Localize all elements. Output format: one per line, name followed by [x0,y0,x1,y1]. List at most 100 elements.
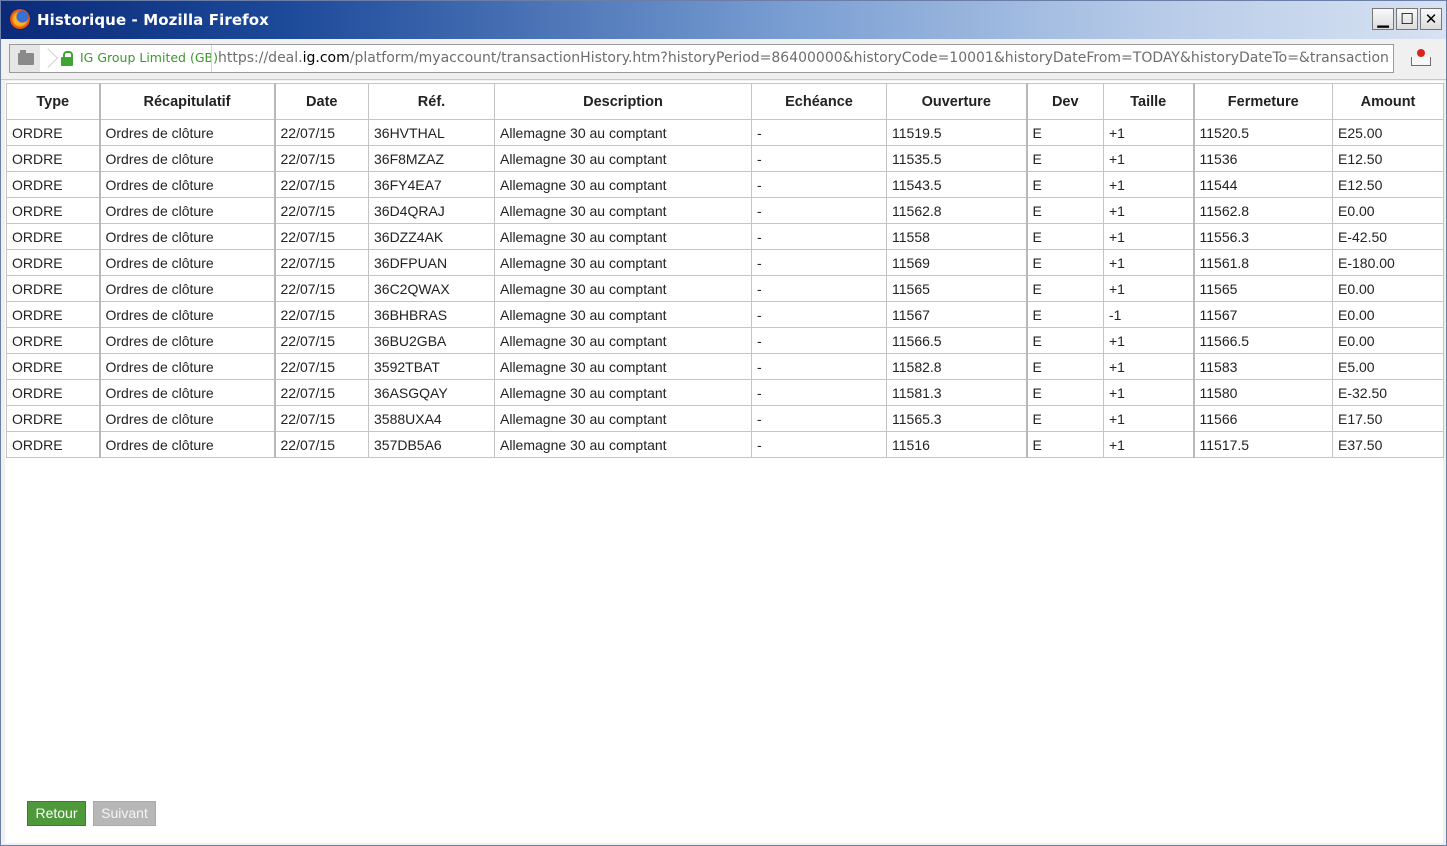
table-cell: 11517.5 [1192,431,1333,458]
table-cell: 11544 [1192,171,1333,198]
browser-window: Historique - Mozilla Firefox ▁ ☐ ✕ IG Gr… [0,0,1447,846]
table-cell: 22/07/15 [273,301,369,328]
table-cell: E [1025,223,1104,250]
window-title: Historique - Mozilla Firefox [37,11,269,29]
url-divider [211,45,212,72]
table-cell: E [1025,275,1104,302]
table-cell: E [1025,379,1104,406]
table-cell: 11582.8 [886,353,1027,380]
url-path: /platform/myaccount/transactionHistory.h… [349,50,1388,66]
url-bar[interactable]: IG Group Limited (GB) https://deal.ig.co… [9,44,1394,73]
table-cell: Allemagne 30 au comptant [494,379,752,406]
notification-icon[interactable] [1411,49,1431,67]
table-cell: 22/07/15 [273,275,369,302]
table-cell: - [751,171,887,198]
lock-icon[interactable] [61,51,73,66]
column-header: Type [6,83,100,120]
title-bar[interactable]: Historique - Mozilla Firefox ▁ ☐ ✕ [1,1,1446,39]
table-row: ORDRE Ordres de clôture 22/07/15 36ASGQAY Al… [6,379,1444,406]
next-button[interactable]: Suivant [93,801,156,826]
table-cell: ORDRE [6,327,100,354]
back-button[interactable]: Retour [27,801,86,826]
table-cell: Allemagne 30 au comptant [494,275,752,302]
table-cell: ORDRE [6,275,100,302]
table-cell: Allemagne 30 au comptant [494,405,752,432]
table-cell: Ordres de clôture [98,145,275,172]
table-cell: Allemagne 30 au comptant [494,301,752,328]
table-cell: E-32.50 [1332,379,1444,406]
table-cell: 36DFPUAN [368,249,495,276]
minimize-button[interactable]: ▁ [1372,8,1394,30]
table-cell: - [751,275,887,302]
table-cell: - [751,405,887,432]
table-cell: 11519.5 [886,119,1027,146]
table-cell: 11562.8 [1192,197,1333,224]
column-header: Récapitulatif [98,83,275,120]
table-cell: ORDRE [6,431,100,458]
table-cell: E [1025,197,1104,224]
table-cell: E [1025,171,1104,198]
column-header: Amount [1332,83,1444,120]
firefox-logo-icon [10,9,30,29]
maximize-button[interactable]: ☐ [1396,8,1418,30]
table-cell: Ordres de clôture [98,353,275,380]
column-header: Dev [1025,83,1104,120]
table-cell: - [751,119,887,146]
table-cell: E37.50 [1332,431,1444,458]
table-cell: 11566.5 [1192,327,1333,354]
table-cell: 36FY4EA7 [368,171,495,198]
table-cell: E12.50 [1332,171,1444,198]
table-cell: +1 [1103,171,1194,198]
table-cell: 11580 [1192,379,1333,406]
table-cell: Allemagne 30 au comptant [494,171,752,198]
table-cell: Ordres de clôture [98,405,275,432]
table-cell: 11536 [1192,145,1333,172]
table-cell: E [1025,431,1104,458]
url-text[interactable]: https://deal.ig.com/platform/myaccount/t… [218,50,1388,66]
table-cell: 11565 [1192,275,1333,302]
table-cell: 11566.5 [886,327,1027,354]
table-cell: - [751,327,887,354]
table-cell: 36D4QRAJ [368,197,495,224]
table-cell: 22/07/15 [273,431,369,458]
table-cell: 11567 [886,301,1027,328]
table-cell: 11569 [886,249,1027,276]
table-cell: +1 [1103,353,1194,380]
table-cell: Allemagne 30 au comptant [494,145,752,172]
table-cell: - [751,301,887,328]
table-row: ORDRE Ordres de clôture 22/07/15 36C2QWAX Al… [6,275,1444,302]
column-header: Taille [1103,83,1194,120]
column-header: Echéance [751,83,887,120]
table-row: ORDRE Ordres de clôture 22/07/15 36HVTHAL Al… [6,119,1444,146]
table-cell: 11558 [886,223,1027,250]
table-cell: 36HVTHAL [368,119,495,146]
table-cell: 22/07/15 [273,119,369,146]
table-row: ORDRE Ordres de clôture 22/07/15 36BU2GBA Al… [6,327,1444,354]
table-cell: 22/07/15 [273,145,369,172]
table-cell: Allemagne 30 au comptant [494,249,752,276]
table-cell: +1 [1103,379,1194,406]
page-info-button[interactable] [10,45,41,72]
chevron-right-icon [40,45,52,72]
table-cell: 22/07/15 [273,405,369,432]
table-row: ORDRE Ordres de clôture 22/07/15 36D4QRAJ Al… [6,197,1444,224]
close-button[interactable]: ✕ [1420,8,1442,30]
table-cell: 22/07/15 [273,223,369,250]
table-cell: 22/07/15 [273,327,369,354]
table-cell: Allemagne 30 au comptant [494,327,752,354]
table-cell: 36F8MZAZ [368,145,495,172]
site-identity-label[interactable]: IG Group Limited (GB) [80,50,218,65]
table-cell: 36ASGQAY [368,379,495,406]
table-cell: E [1025,301,1104,328]
table-cell: 11581.3 [886,379,1027,406]
table-cell: ORDRE [6,249,100,276]
table-cell: E [1025,405,1104,432]
table-cell: 11565 [886,275,1027,302]
folder-icon [18,50,34,65]
table-cell: E0.00 [1332,275,1444,302]
table-cell: 11543.5 [886,171,1027,198]
table-cell: Ordres de clôture [98,249,275,276]
table-cell: 11535.5 [886,145,1027,172]
table-cell: Allemagne 30 au comptant [494,223,752,250]
column-header: Fermeture [1192,83,1333,120]
